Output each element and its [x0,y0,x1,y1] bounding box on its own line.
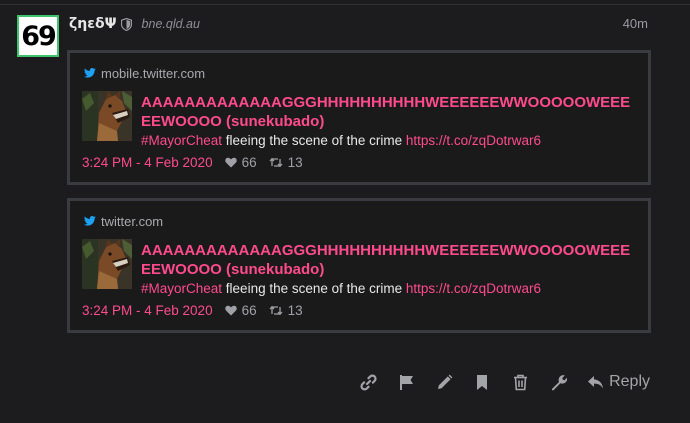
tweet-hashtag[interactable]: #MayorCheat [141,281,222,296]
onebox-source-label: twitter.com [101,213,164,229]
onebox-source-label: mobile.twitter.com [101,65,206,81]
tweet-hashtag[interactable]: #MayorCheat [141,133,222,148]
avatar[interactable]: 69 [17,15,59,57]
tweet-link[interactable]: https://t.co/zqDotrwar6 [406,281,541,296]
tweet-text: #MayorCheat fleeing the scene of the cri… [141,281,541,296]
heart-icon [224,305,237,316]
username[interactable]: ζηεδΨ [69,16,117,32]
tweet-onebox: mobile.twitter.com AAAAAAAAAAAAAGGGHHHHH… [67,50,651,185]
shield-icon [120,17,132,31]
retweet-icon [269,157,283,168]
delete-button[interactable] [509,371,531,393]
user-domain: bne.qld.au [141,17,200,31]
heart-icon [224,157,237,168]
tweet-onebox: twitter.com AAAAAAAAAAAAAGGGHHHHHHHHHHWE… [67,198,651,333]
tweet-date[interactable]: 3:24 PM - 4 Feb 2020 [82,155,213,170]
tweet-text-body: fleeing the scene of the crime [222,133,406,148]
edit-button[interactable] [433,371,455,393]
onebox-source[interactable]: twitter.com [84,213,163,229]
flag-icon [399,374,413,390]
tweet-likes: 66 [241,302,257,318]
onebox-source[interactable]: mobile.twitter.com [84,65,205,81]
tweet-date[interactable]: 3:24 PM - 4 Feb 2020 [82,303,213,318]
admin-button[interactable] [547,371,569,393]
bookmark-icon [477,374,488,390]
post-actions: Reply [341,370,650,394]
tweet-retweets: 13 [287,302,303,318]
reply-label: Reply [609,373,650,390]
tweet-title[interactable]: AAAAAAAAAAAAAGGGHHHHHHHHHHWEEEEEEWWOOOOO… [141,241,631,279]
twitter-icon [84,216,96,226]
tweet-title[interactable]: AAAAAAAAAAAAAGGGHHHHHHHHHHWEEEEEEWWOOOOO… [141,93,631,131]
reply-icon [588,375,604,388]
retweet-icon [269,305,283,316]
tweet-text: #MayorCheat fleeing the scene of the cri… [141,133,541,148]
tweet-avatar-image[interactable] [82,91,132,141]
flag-button[interactable] [395,371,417,393]
wrench-icon [551,374,567,390]
link-icon [359,374,377,390]
avatar-text: 69 [21,20,57,52]
reply-button[interactable]: Reply [587,373,650,391]
share-link-button[interactable] [357,371,379,393]
tweet-meta: 3:24 PM - 4 Feb 2020 66 13 [82,301,303,319]
post-time[interactable]: 40m [623,16,648,31]
bookmark-button[interactable] [471,371,493,393]
twitter-icon [84,68,96,78]
tweet-avatar-image[interactable] [82,239,132,289]
trash-icon [513,374,527,390]
tweet-text-body: fleeing the scene of the crime [222,281,406,296]
post-header: ζηεδΨ bne.qld.au [69,14,200,34]
tweet-retweets: 13 [287,154,303,170]
top-divider [0,4,690,5]
tweet-link[interactable]: https://t.co/zqDotrwar6 [406,133,541,148]
tweet-meta: 3:24 PM - 4 Feb 2020 66 13 [82,153,303,171]
tweet-likes: 66 [241,154,257,170]
pencil-icon [437,374,452,389]
